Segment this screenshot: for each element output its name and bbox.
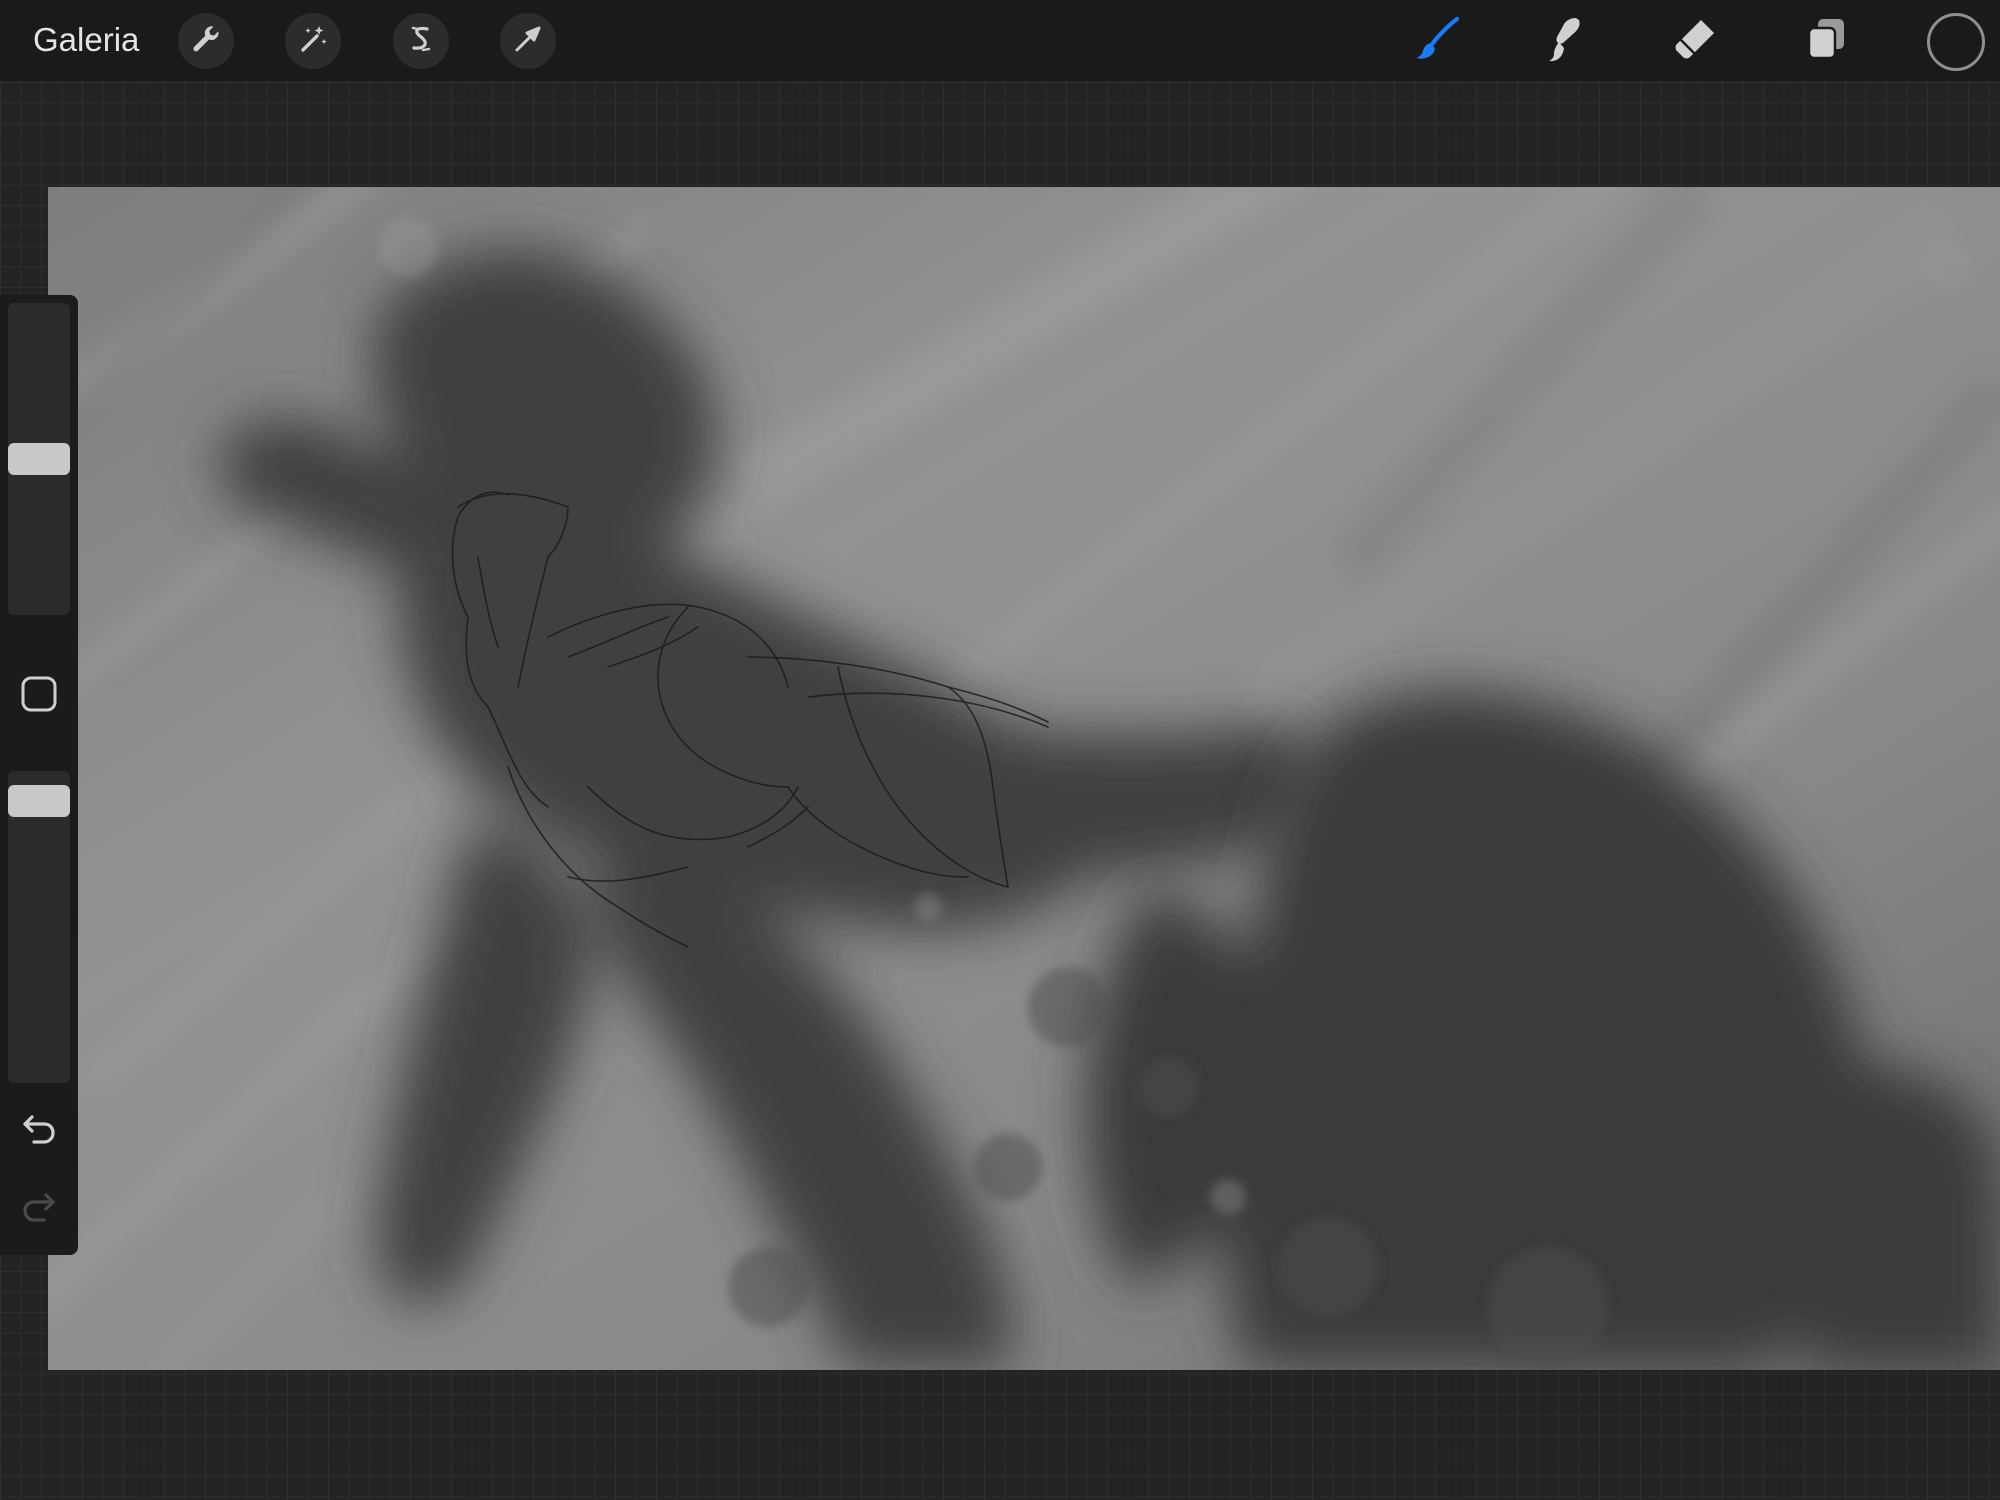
modify-button[interactable] [20,675,58,713]
color-picker-button[interactable] [1927,13,1985,71]
layers-icon [1799,12,1853,71]
arrow-cursor-icon [511,22,545,61]
actions-button[interactable] [178,13,234,69]
square-icon [21,676,57,712]
smudge-button[interactable] [1537,12,1595,70]
redo-icon [23,1193,55,1222]
undo-button[interactable] [18,1107,60,1149]
brush-button[interactable] [1409,12,1467,70]
transform-button[interactable] [500,13,556,69]
drawing-canvas[interactable] [48,187,2000,1370]
eraser-icon [1668,12,1722,71]
brush-size-slider-thumb[interactable] [8,443,70,475]
undo-icon [23,1115,55,1144]
layers-button[interactable] [1797,12,1855,70]
brush-icon [1411,12,1465,71]
selection-s-icon [404,22,438,61]
brush-size-slider[interactable] [8,303,70,615]
magic-wand-icon [296,22,330,61]
left-sidebar [0,295,78,1255]
brush-opacity-slider[interactable] [8,771,70,1083]
eraser-button[interactable] [1666,12,1724,70]
wrench-icon [189,22,223,61]
redo-button[interactable] [18,1185,60,1227]
selection-button[interactable] [393,13,449,69]
smudge-icon [1539,12,1593,71]
procreate-app: Galeria [0,0,2000,1500]
top-toolbar: Galeria [0,0,2000,81]
adjustments-button[interactable] [285,13,341,69]
brush-opacity-slider-thumb[interactable] [8,785,70,817]
gallery-button[interactable]: Galeria [33,18,139,62]
artwork [48,187,2000,1370]
